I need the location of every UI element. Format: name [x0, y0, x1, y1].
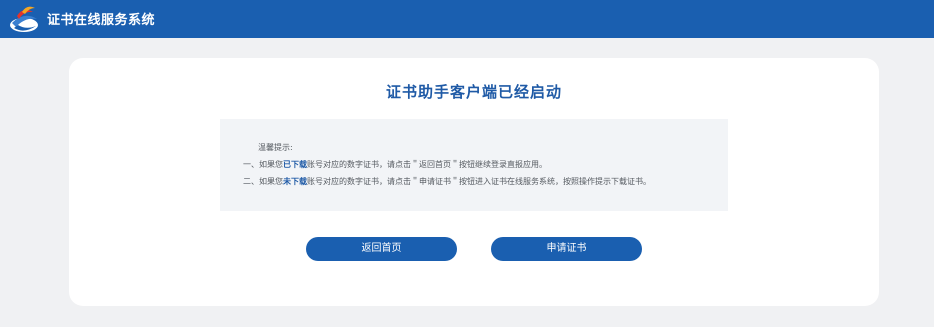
tip-line-not-downloaded: 二、如果您未下载账号对应的数字证书，请点击＂申请证书＂按钮进入证书在线服务系统，… — [243, 177, 651, 187]
tip-1-emphasis: 已下载 — [283, 160, 307, 169]
status-card: 证书助手客户端已经启动 温馨提示: 一、如果您已下载账号对应的数字证书，请点击＂… — [69, 58, 879, 306]
tips-heading: 温馨提示: — [258, 143, 293, 152]
top-header-bar: 证书在线服务系统 — [0, 0, 934, 38]
apply-certificate-button[interactable]: 申请证书 — [491, 237, 642, 261]
tip-1-prefix: 一、如果您 — [243, 160, 283, 169]
tip-1-suffix: 账号对应的数字证书，请点击＂返回首页＂按钮继续登录直报应用。 — [307, 160, 547, 169]
tip-2-emphasis: 未下载 — [283, 177, 307, 186]
tip-line-downloaded: 一、如果您已下载账号对应的数字证书，请点击＂返回首页＂按钮继续登录直报应用。 — [243, 160, 547, 170]
tips-panel: 温馨提示: 一、如果您已下载账号对应的数字证书，请点击＂返回首页＂按钮继续登录直… — [220, 119, 728, 211]
app-title: 证书在线服务系统 — [47, 13, 156, 28]
return-home-button[interactable]: 返回首页 — [306, 237, 457, 261]
tip-2-prefix: 二、如果您 — [243, 177, 283, 186]
tip-2-suffix: 账号对应的数字证书，请点击＂申请证书＂按钮进入证书在线服务系统，按照操作提示下载… — [307, 177, 651, 186]
card-title: 证书助手客户端已经启动 — [385, 83, 562, 101]
app-logo-icon — [10, 6, 38, 32]
